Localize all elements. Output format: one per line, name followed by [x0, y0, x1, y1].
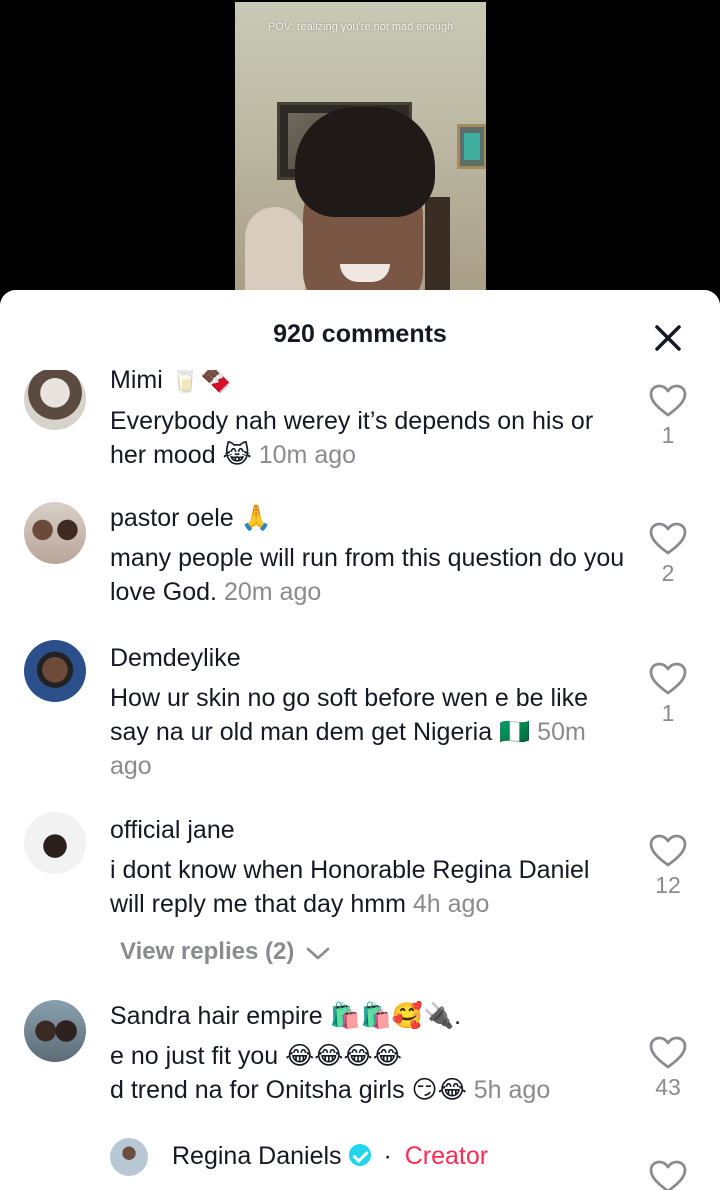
comment-text: e no just fit you 😂😂😂😂 d trend na for On… — [110, 1039, 630, 1107]
comment-username[interactable]: pastor oele 🙏 — [110, 504, 272, 533]
comment-text: How ur skin no go soft before wen e be l… — [110, 681, 630, 783]
like-count: 1 — [661, 422, 675, 448]
like-count: 12 — [655, 872, 681, 898]
video-person-shoulder — [245, 207, 305, 300]
comment-username[interactable]: official jane — [110, 816, 235, 845]
like-button[interactable]: 1 — [648, 384, 688, 449]
chevron-down-icon — [306, 947, 330, 959]
view-replies-label: View replies (2) — [120, 938, 295, 965]
comments-header: 920 comments — [0, 290, 720, 370]
like-button[interactable]: 2 — [648, 522, 688, 587]
verified-badge-icon — [348, 1144, 371, 1166]
comment-item[interactable]: official jane i dont know when Honorable… — [0, 812, 720, 982]
view-replies-button[interactable]: View replies (2) — [120, 938, 331, 966]
comment-body-line2-wrap: d trend na for Onitsha girls 😏😂 5h ago — [110, 1073, 630, 1107]
comment-item[interactable]: Demdeylike How ur skin no go soft before… — [0, 640, 720, 790]
close-button[interactable] — [648, 318, 688, 358]
like-button[interactable]: 1 — [648, 662, 688, 727]
comment-time: 4h ago — [412, 890, 490, 918]
comment-text: many people will run from this question … — [110, 541, 630, 609]
reply-item[interactable]: Regina Daniels · Creator — [0, 1136, 720, 1190]
like-button[interactable]: 12 — [648, 834, 688, 899]
comment-time: 10m ago — [258, 441, 357, 469]
comment-text: Everybody nah werey it’s depends on his … — [110, 404, 630, 472]
video-person-hair — [295, 107, 435, 217]
heart-icon — [649, 522, 687, 555]
comment-time: 20m ago — [223, 578, 322, 606]
comment-body-line1: e no just fit you 😂😂😂😂 — [110, 1042, 402, 1070]
avatar[interactable] — [24, 640, 86, 702]
comment-body: many people will run from this question … — [110, 544, 625, 606]
comment-item[interactable]: Sandra hair empire 🛍️🛍️🥰🔌. e no just fit… — [0, 998, 720, 1138]
heart-icon — [649, 662, 687, 695]
avatar[interactable] — [110, 1138, 148, 1176]
comment-username[interactable]: Sandra hair empire 🛍️🛍️🥰🔌. — [110, 1002, 461, 1031]
comment-body: i dont know when Honorable Regina Daniel… — [110, 856, 590, 918]
avatar[interactable] — [24, 812, 86, 874]
avatar[interactable] — [24, 502, 86, 564]
video-wall-frame — [457, 124, 486, 169]
avatar[interactable] — [24, 368, 86, 430]
comment-item[interactable]: Mimi 🥛🍫 Everybody nah werey it’s depends… — [0, 356, 720, 469]
like-button[interactable] — [648, 1160, 688, 1190]
like-count: 2 — [661, 560, 675, 586]
close-icon — [655, 325, 681, 351]
comments-sheet: 920 comments Mimi 🥛🍫 Everybody nah werey… — [0, 290, 720, 1190]
video-caption: POV: realizing you're not mad enough — [267, 21, 454, 33]
comment-text: i dont know when Honorable Regina Daniel… — [110, 853, 630, 921]
video-frame[interactable]: POV: realizing you're not mad enough — [235, 2, 486, 300]
heart-icon — [649, 384, 687, 417]
heart-icon — [649, 1036, 687, 1069]
comments-count: 920 comments — [273, 320, 447, 348]
comment-time: 5h ago — [473, 1076, 551, 1104]
separator-dot: · — [383, 1142, 392, 1170]
comment-item[interactable]: pastor oele 🙏 many people will run from … — [0, 500, 720, 620]
comment-username[interactable]: Mimi 🥛🍫 — [110, 366, 232, 395]
heart-icon — [649, 834, 687, 867]
creator-badge: Creator — [404, 1142, 489, 1170]
video-player[interactable]: POV: realizing you're not mad enough — [0, 0, 720, 300]
like-button[interactable]: 43 — [648, 1036, 688, 1101]
comment-username[interactable]: Demdeylike — [110, 644, 241, 673]
avatar[interactable] — [24, 1000, 86, 1062]
reply-header: Regina Daniels · Creator — [172, 1142, 488, 1171]
comment-body-line2: d trend na for Onitsha girls 😏😂 — [110, 1076, 467, 1104]
like-count: 43 — [655, 1074, 681, 1100]
reply-username[interactable]: Regina Daniels — [172, 1142, 342, 1170]
comment-body: How ur skin no go soft before wen e be l… — [110, 684, 589, 746]
like-count: 1 — [661, 700, 675, 726]
video-background-door — [425, 197, 450, 300]
heart-icon — [649, 1160, 687, 1190]
